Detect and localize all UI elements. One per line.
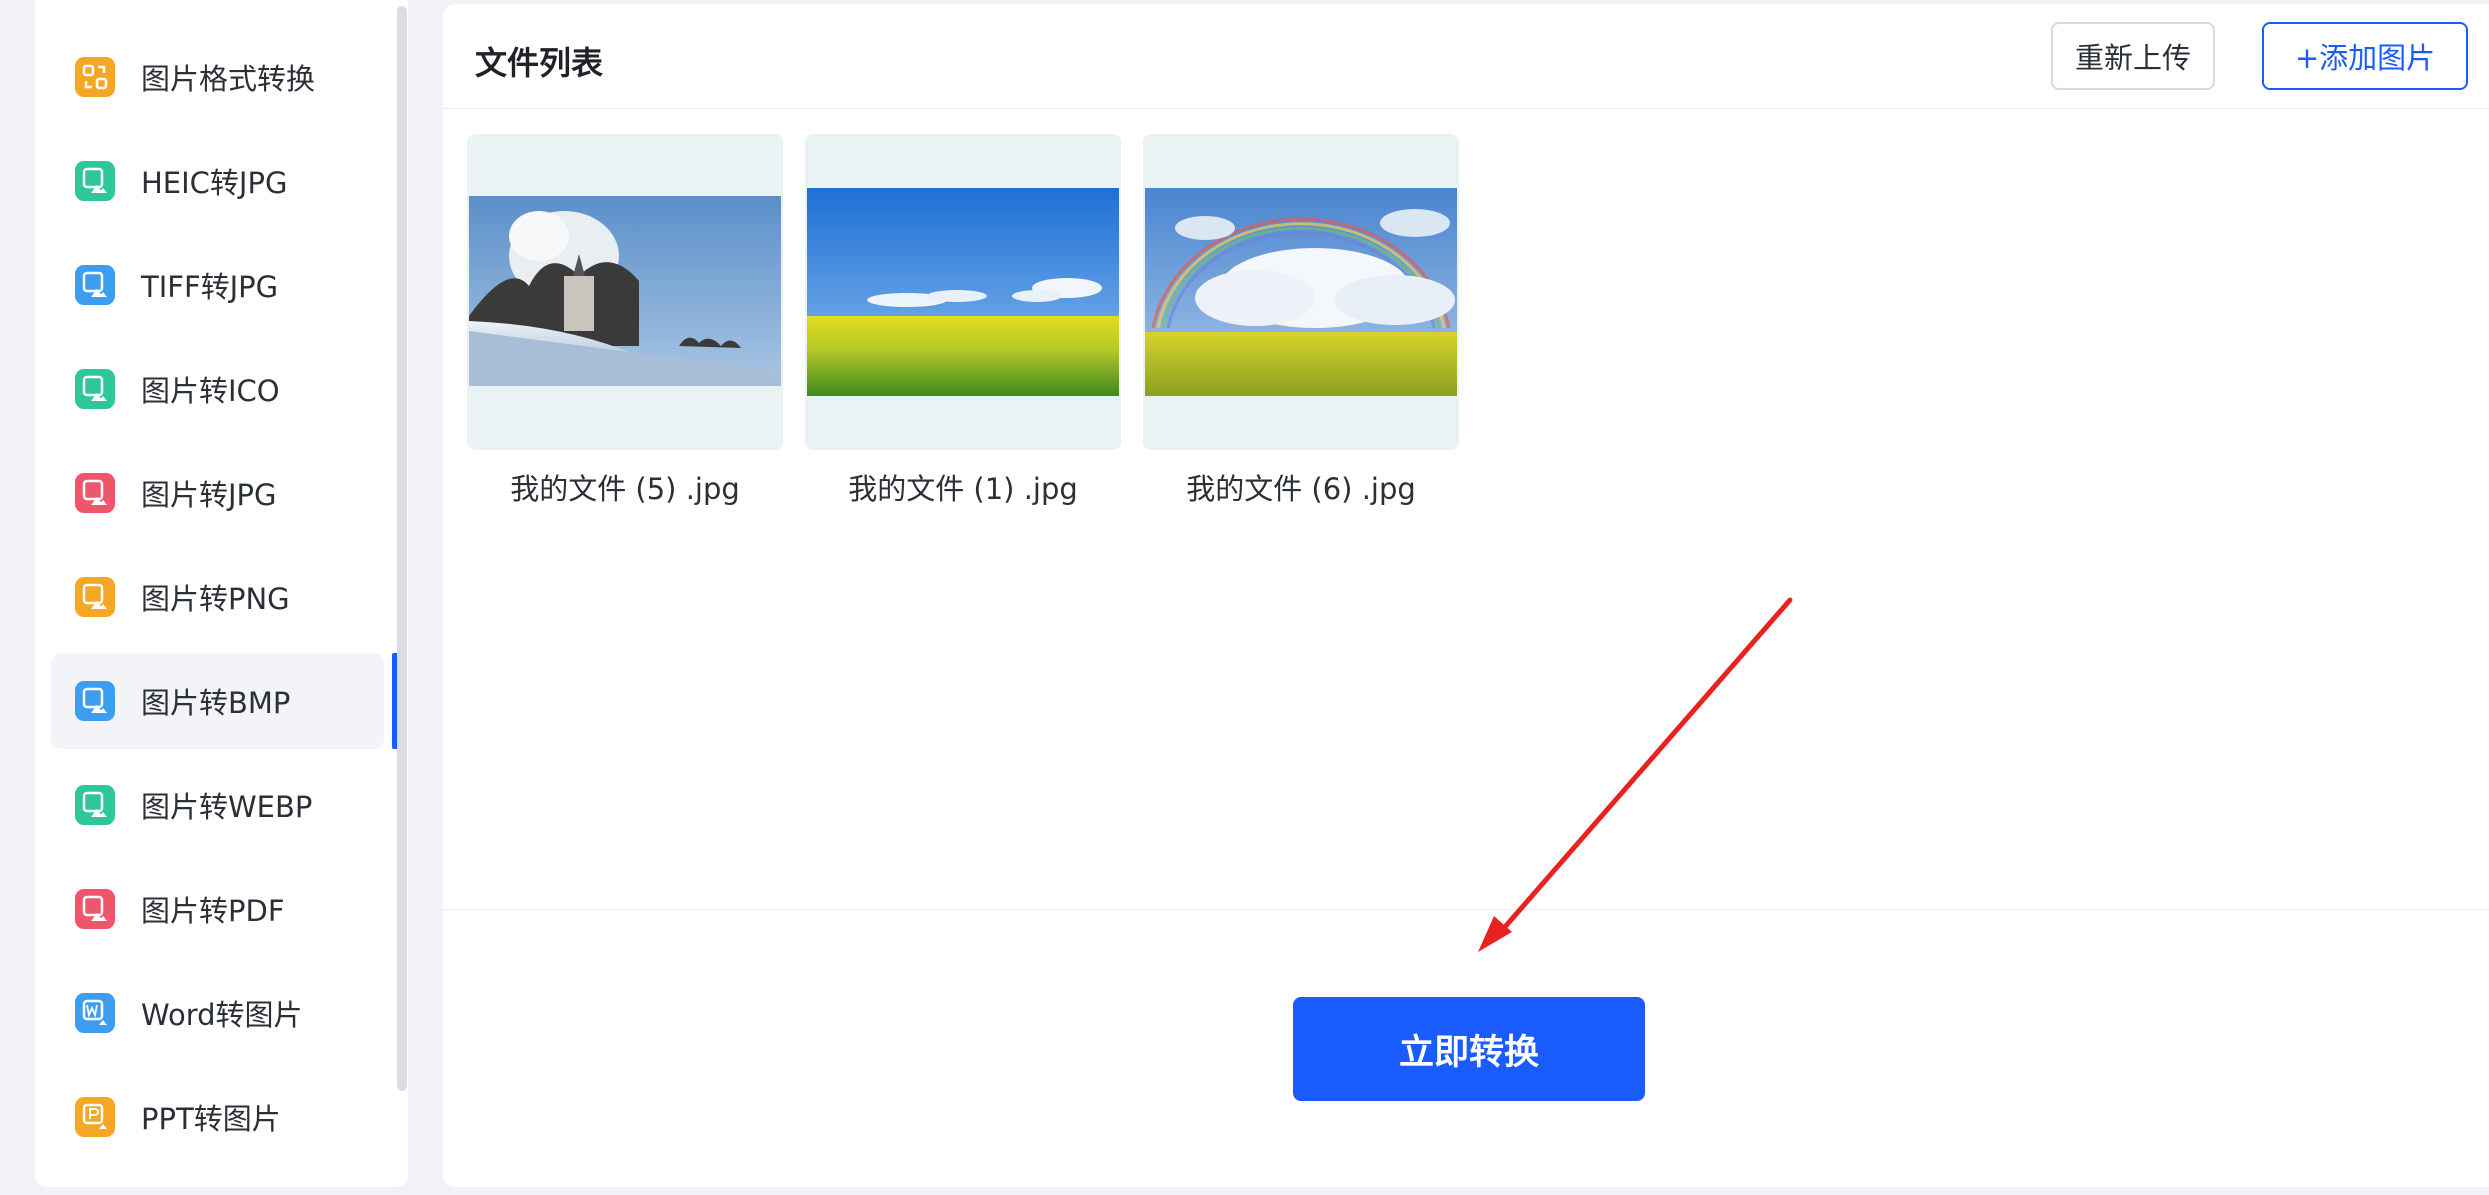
ico-image-icon <box>75 369 115 409</box>
sidebar: 图片格式转换 HEIC转JPG TIFF转JPG 图片转ICO 图片转JPG 图… <box>35 0 408 1187</box>
panel-header: 文件列表 重新上传 +添加图片 <box>443 4 2489 109</box>
sidebar-item-heic-jpg[interactable]: HEIC转JPG <box>51 133 384 229</box>
add-image-button[interactable]: +添加图片 <box>2262 22 2468 90</box>
sidebar-item-label: 图片转PDF <box>141 894 285 928</box>
sidebar-item-label: Word转图片 <box>141 998 303 1032</box>
webp-image-icon <box>75 785 115 825</box>
pdf-image-icon <box>75 889 115 929</box>
sidebar-item-label: 图片转ICO <box>141 374 280 408</box>
file-thumbnail[interactable] <box>467 134 783 450</box>
file-card[interactable]: 我的文件 (5) .jpg <box>467 134 783 508</box>
sidebar-item-label: 图片转BMP <box>141 686 291 720</box>
ppt-image-icon <box>75 1097 115 1137</box>
convert-now-button[interactable]: 立即转换 <box>1293 997 1645 1101</box>
sidebar-item-label: PPT转图片 <box>141 1102 281 1136</box>
sidebar-item-image-webp[interactable]: 图片转WEBP <box>51 757 384 853</box>
file-name: 我的文件 (5) .jpg <box>510 472 740 506</box>
sidebar-item-word-image[interactable]: Word转图片 <box>51 965 384 1061</box>
file-list-panel: 文件列表 重新上传 +添加图片 我的文件 (5) .jpg 我的文件 (1) .… <box>443 4 2489 1187</box>
tiff-image-icon <box>75 265 115 305</box>
file-thumbnail[interactable] <box>805 134 1121 450</box>
jpg-image-icon <box>75 473 115 513</box>
heic-image-icon <box>75 161 115 201</box>
sidebar-item-image-pdf[interactable]: 图片转PDF <box>51 861 384 957</box>
divider <box>443 909 2489 910</box>
sidebar-item-ppt-image[interactable]: PPT转图片 <box>51 1069 384 1165</box>
file-thumbnail[interactable] <box>1143 134 1459 450</box>
sidebar-item-image-ico[interactable]: 图片转ICO <box>51 341 384 437</box>
sidebar-item-image-jpg[interactable]: 图片转JPG <box>51 445 384 541</box>
reupload-button[interactable]: 重新上传 <box>2051 22 2215 90</box>
sidebar-item-label: HEIC转JPG <box>141 166 288 200</box>
file-card[interactable]: 我的文件 (6) .jpg <box>1143 134 1459 508</box>
sidebar-item-image-bmp[interactable]: 图片转BMP <box>51 653 400 749</box>
file-name: 我的文件 (1) .jpg <box>848 472 1078 506</box>
sidebar-item-label: 图片转WEBP <box>141 790 313 824</box>
sidebar-item-format-convert[interactable]: 图片格式转换 <box>51 29 384 125</box>
file-name: 我的文件 (6) .jpg <box>1186 472 1416 506</box>
bmp-image-icon <box>75 681 115 721</box>
format-convert-icon <box>75 57 115 97</box>
sidebar-item-label: 图片转PNG <box>141 582 290 616</box>
file-card[interactable]: 我的文件 (1) .jpg <box>805 134 1121 508</box>
sidebar-item-image-png[interactable]: 图片转PNG <box>51 549 384 645</box>
sidebar-item-label: 图片转JPG <box>141 478 277 512</box>
sidebar-item-label: TIFF转JPG <box>141 270 279 304</box>
sidebar-item-label: 图片格式转换 <box>141 62 316 96</box>
word-image-icon <box>75 993 115 1033</box>
sidebar-scrollbar[interactable] <box>397 6 407 1091</box>
sidebar-item-tiff-jpg[interactable]: TIFF转JPG <box>51 237 384 333</box>
page-title: 文件列表 <box>475 44 604 82</box>
png-image-icon <box>75 577 115 617</box>
